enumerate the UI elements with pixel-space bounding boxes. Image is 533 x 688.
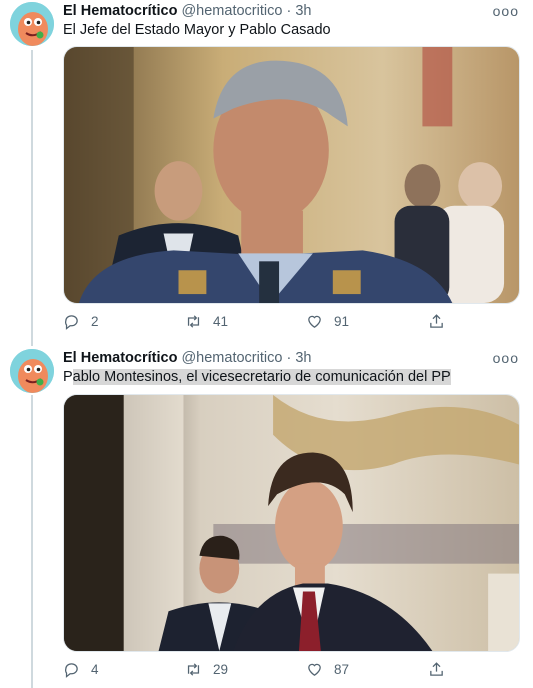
more-icon[interactable]: ooo: [493, 4, 519, 18]
tweet-actions: 2 41 91: [63, 313, 483, 333]
retweet-button[interactable]: 29: [185, 661, 228, 678]
photo-image: [64, 47, 519, 303]
reply-icon: [65, 315, 78, 330]
photo-image: [64, 395, 519, 651]
share-icon: [430, 314, 443, 328]
retweet-count: 29: [213, 662, 229, 677]
timestamp[interactable]: 3h: [295, 3, 311, 19]
separator: ·: [286, 350, 292, 366]
like-count: 87: [334, 662, 350, 677]
author-name[interactable]: El Hematocrítico: [63, 350, 177, 366]
separator: ·: [286, 3, 292, 19]
avatar-icon: [10, 2, 54, 46]
like-icon: [308, 663, 321, 676]
reply-button[interactable]: 4: [63, 661, 99, 678]
author-name[interactable]: El Hematocrítico: [63, 3, 177, 19]
reply-icon: [65, 663, 78, 678]
tweet-text-plain: P: [63, 369, 73, 385]
avatar-icon: [10, 349, 54, 393]
tweet-text-selected: ablo Montesinos, el vicesecretario de co…: [72, 369, 451, 385]
share-icon: [430, 662, 443, 676]
reply-count: 2: [91, 314, 99, 329]
author-handle[interactable]: @hematocritico: [181, 3, 282, 19]
tweet-text-plain: El Jefe del Estado Mayor y Pablo Casado: [63, 22, 331, 38]
avatar[interactable]: [10, 349, 54, 393]
tweet[interactable]: El Hematocrítico @hematocritico · 3h ooo…: [0, 345, 533, 688]
tweet-text: El Jefe del Estado Mayor y Pablo Casado: [63, 21, 331, 39]
avatar[interactable]: [10, 2, 54, 46]
reply-button[interactable]: 2: [63, 313, 99, 330]
tweet-header: El Hematocrítico @hematocritico · 3h: [63, 349, 311, 367]
reply-count: 4: [91, 662, 99, 677]
tweet-text: Pablo Montesinos, el vicesecretario de c…: [63, 368, 451, 386]
like-count: 91: [334, 314, 350, 329]
tweet-photo[interactable]: [63, 394, 520, 652]
like-button[interactable]: 91: [306, 313, 349, 330]
tweet-header: El Hematocrítico @hematocritico · 3h: [63, 2, 311, 20]
more-icon[interactable]: ooo: [493, 351, 519, 365]
timestamp[interactable]: 3h: [295, 350, 311, 366]
retweet-icon: [187, 663, 200, 676]
share-button[interactable]: [428, 661, 456, 678]
like-icon: [308, 315, 321, 328]
retweet-count: 41: [213, 314, 229, 329]
retweet-icon: [187, 315, 200, 328]
retweet-button[interactable]: 41: [185, 313, 228, 330]
tweet-actions: 4 29 87: [63, 661, 483, 681]
share-button[interactable]: [428, 313, 456, 330]
tweet-photo[interactable]: [63, 46, 520, 304]
like-button[interactable]: 87: [306, 661, 349, 678]
author-handle[interactable]: @hematocritico: [181, 350, 282, 366]
tweet[interactable]: El Hematocrítico @hematocritico · 3h ooo…: [0, 0, 533, 345]
